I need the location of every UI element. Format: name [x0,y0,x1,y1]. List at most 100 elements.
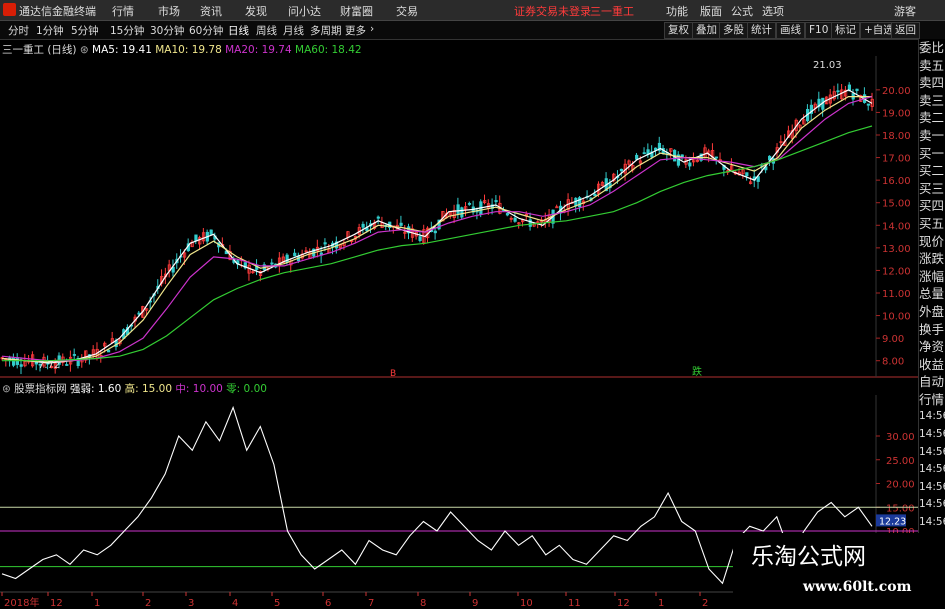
price-tick-label: 9.00 [882,334,904,345]
candle-body [65,364,69,366]
candle-body [399,222,403,226]
x-tick-label: 7 [368,598,374,609]
quote-field-8: 买三 [919,180,945,196]
ma-line-ma5 [1,89,873,364]
x-tick-label: 12 [50,598,63,609]
ma-line-ma10 [1,95,872,363]
x-tick-label: 2 [145,598,151,609]
quote-field-12: 涨跌 [919,251,945,267]
candle-body [361,223,365,228]
candle-body [467,203,472,205]
quote-field-21: 14:56 [919,410,945,423]
candle-body [855,88,859,91]
quote-panel: 委比 卖五 卖四 卖三 卖二 卖一 买一 买二 买三 买四 买五 现价 涨跌 涨幅 总量 外盘 换手 净资 收益 自动… [918,39,945,609]
candle-body [460,207,464,218]
quote-field-27: 14:56 [919,516,945,529]
price-tick-label: 15.00 [882,199,911,210]
candle-body [293,252,297,257]
quote-field-10: 买五 [919,215,945,231]
quote-field-22: 14:56 [919,428,945,441]
quote-field-18: 收益 [919,356,945,372]
x-tick-label: 2 [702,598,708,609]
signal-s-marker: 跌 [692,365,702,378]
price-tick-label: 10.00 [882,312,911,323]
indicator-tick-label: 30.00 [886,432,915,443]
quote-field-4: 卖二 [919,110,945,126]
quote-field-14: 总量 [919,286,945,302]
quote-field-20: 行情 [919,391,945,407]
price-tick-label: 16.00 [882,176,911,187]
kline-chart[interactable]: 20.0019.0018.0017.0016.0015.0014.0013.00… [0,0,945,609]
quote-field-17: 净资 [919,339,945,355]
price-tick-label: 18.00 [882,131,911,142]
candle-body [745,172,749,177]
watermark-title: 乐淘公式网 [751,544,866,570]
quote-field-3: 卖三 [919,92,945,108]
x-tick-label: 10 [520,598,533,609]
indicator-tick-label: 25.00 [886,456,915,467]
high-annotation: 21.03 [813,60,842,71]
candle-body [756,176,760,182]
price-tick-label: 17.00 [882,154,911,165]
quote-field-19: 自动 [919,374,945,390]
candle-body [270,262,274,265]
candle-body [714,156,719,159]
candle-body [194,234,198,242]
candle-body [593,193,597,197]
candle-body [635,154,639,160]
candle-body [418,236,422,241]
candle-body [619,168,624,172]
candle-body [642,152,646,155]
indicator-tick-label: 15.00 [886,503,915,514]
quote-field-2: 卖四 [919,75,945,91]
x-tick-label: 2018年 [4,596,39,609]
candle-body [456,204,460,214]
watermark-url: www.60lt.com [803,579,912,595]
x-tick-label: 11 [568,598,581,609]
quote-field-6: 买一 [919,145,945,161]
candle-body [106,349,111,353]
quote-field-7: 买二 [919,163,945,179]
price-tick-label: 13.00 [882,244,911,255]
price-tick-label: 20.00 [882,86,911,97]
candle-body [19,364,23,367]
ma-line-ma20 [1,96,873,362]
quote-field-24: 14:56 [919,463,945,476]
candle-body [494,200,498,203]
candle-body [836,90,840,93]
price-tick-label: 14.00 [882,221,911,232]
candle-body [323,242,327,245]
price-tick-label: 8.00 [882,357,904,368]
signal-b-marker: B [390,369,396,379]
low-annotation: 7.72 [38,360,60,371]
candle-body [285,254,289,263]
x-tick-label: 6 [325,598,331,609]
candle-body [866,103,871,106]
quote-field-5: 卖一 [919,127,945,143]
candle-body [433,230,437,234]
x-tick-label: 12 [617,598,630,609]
x-tick-label: 1 [658,598,664,609]
quote-field-9: 买四 [919,198,945,214]
candle-body [72,354,76,356]
candle-body [505,213,510,216]
x-tick-label: 4 [232,598,238,609]
quote-field-13: 涨幅 [919,268,945,284]
quote-field-26: 14:56 [919,498,945,511]
candle-body [513,217,517,222]
quote-field-23: 14:56 [919,445,945,458]
watermark: 乐淘公式网 www.60lt.com [733,533,945,609]
x-tick-label: 1 [94,598,100,609]
quote-field-11: 现价 [919,233,945,249]
quote-field-1: 卖五 [919,57,945,73]
x-tick-label: 5 [274,598,280,609]
current-value-label: 12.23 [879,516,906,527]
price-tick-label: 12.00 [882,266,911,277]
x-tick-label: 8 [420,598,426,609]
x-tick-label: 9 [472,598,478,609]
quote-field-25: 14:56 [919,480,945,493]
quote-field-0: 委比 [919,40,945,55]
quote-field-16: 换手 [919,321,945,337]
price-tick-label: 11.00 [882,289,911,300]
candle-body [209,229,213,235]
